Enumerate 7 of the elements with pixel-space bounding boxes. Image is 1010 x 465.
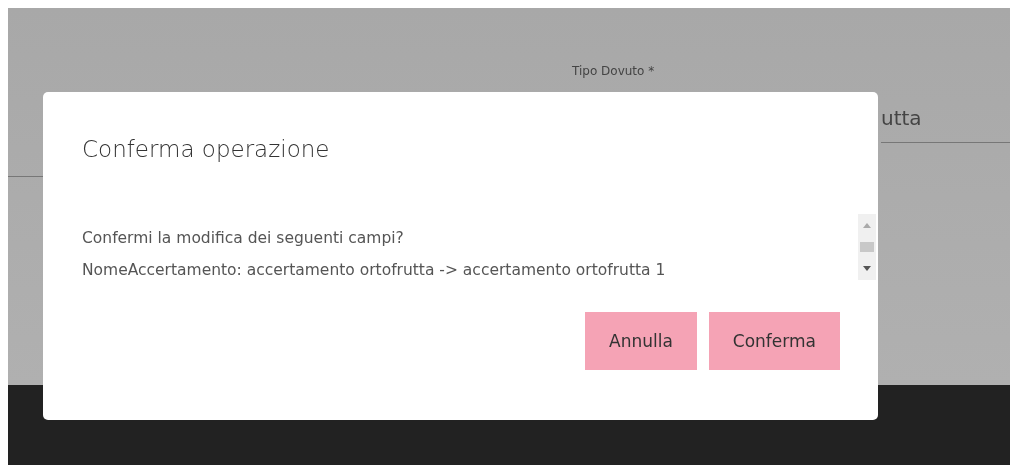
cancel-button[interactable]: Annulla (585, 312, 697, 370)
field-label: Tipo Dovuto * (572, 64, 655, 78)
dialog-title: Conferma operazione (82, 136, 331, 162)
confirm-button[interactable]: Conferma (708, 312, 840, 370)
message-line: NomeAccertamento: accertamento ortofrutta -> accertamento ortofrutta 1 (82, 260, 667, 281)
field-value: utta (881, 106, 1010, 143)
message-line: Confermi la modifica dei seguenti campi? (82, 228, 405, 249)
